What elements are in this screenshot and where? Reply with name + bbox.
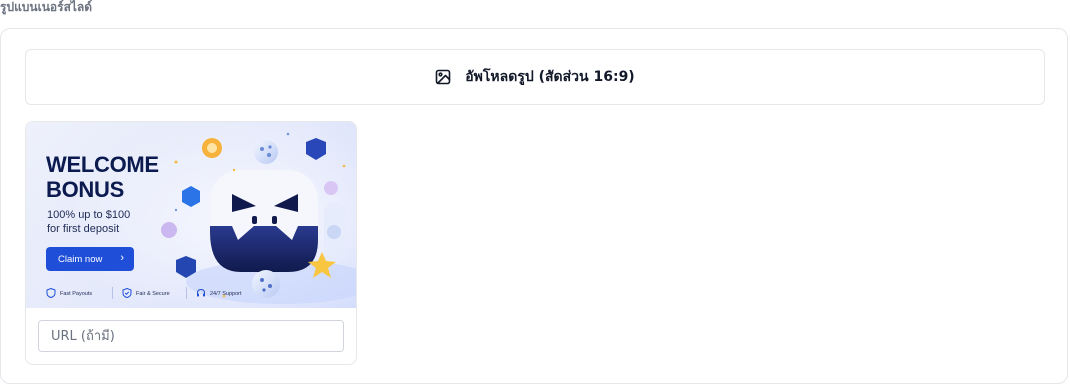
feature-label: Fair & Secure — [136, 291, 170, 297]
banner-image[interactable]: WELCOME BONUS 100% up to $100 for first … — [26, 122, 356, 308]
banner-subline2: for first deposit — [47, 223, 120, 235]
banner-claim-label: Claim now — [58, 253, 103, 265]
feature-fair-secure: Fair & Secure — [122, 287, 170, 300]
headset-icon — [196, 288, 206, 300]
upload-button-label: อัพโหลดรูป (สัดส่วน 16:9) — [465, 69, 635, 85]
banner-headline-line2: BONUS — [46, 177, 124, 202]
banner-subline: 100% up to $100 for first deposit — [47, 208, 187, 236]
section-title: รูปแบนเนอร์สไลด์ — [0, 0, 93, 14]
shield-check-icon — [122, 287, 132, 300]
feature-label: Fast Payouts — [60, 291, 93, 297]
feature-label: 24/7 Support — [210, 291, 242, 297]
image-icon — [435, 69, 451, 85]
shield-dollar-icon — [46, 287, 56, 300]
banner-headline: WELCOME BONUS — [46, 152, 159, 202]
feature-support: 24/7 Support — [196, 288, 242, 300]
banner-subline1: 100% up to $100 — [47, 209, 131, 221]
feature-fast-payouts: Fast Payouts — [46, 287, 93, 300]
banner-item: WELCOME BONUS 100% up to $100 for first … — [25, 121, 357, 365]
banner-slide-card: อัพโหลดรูป (สัดส่วน 16:9) WELCOME BONUS … — [0, 28, 1068, 384]
banner-claim-button: Claim now › — [46, 247, 134, 271]
feature-divider — [186, 287, 187, 299]
feature-divider — [112, 287, 113, 299]
url-input[interactable] — [38, 320, 344, 352]
upload-image-button[interactable]: อัพโหลดรูป (สัดส่วน 16:9) — [25, 49, 1045, 105]
chevron-right-icon: › — [120, 252, 124, 264]
banner-headline-line1: WELCOME — [46, 152, 159, 177]
